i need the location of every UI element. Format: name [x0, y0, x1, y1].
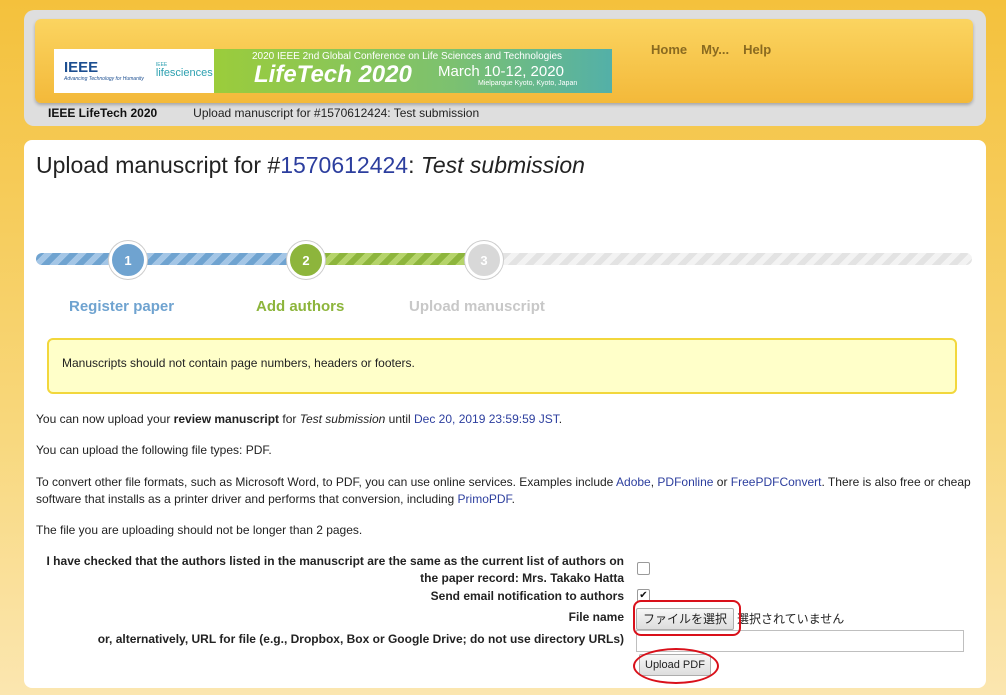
- deadline-info: You can now upload your review manuscrip…: [36, 411, 971, 428]
- paper-title: Test submission: [420, 152, 585, 178]
- conference-banner: 2020 IEEE 2nd Global Conference on Life …: [214, 49, 612, 93]
- breadcrumb: IEEE LifeTech 2020 Upload manuscript for…: [48, 106, 479, 120]
- ieee-tagline: Advancing Technology for Humanity: [64, 76, 144, 82]
- top-nav: Home My... Help: [651, 42, 771, 57]
- conference-title: LifeTech 2020: [254, 61, 412, 88]
- url-label: or, alternatively, URL for file (e.g., D…: [97, 632, 624, 646]
- convert-info: To convert other file formats, such as M…: [36, 474, 971, 508]
- step-3-circle: 3: [465, 241, 503, 279]
- freepdfconvert-link[interactable]: FreePDFConvert: [731, 475, 822, 489]
- lifesciences-logo: IEEE lifesciences: [156, 63, 213, 79]
- paper-id-link[interactable]: 1570612424: [280, 152, 408, 178]
- ieee-text: IEEE: [64, 59, 99, 76]
- step-1-circle: 1: [109, 241, 147, 279]
- ieee-logo: IEEE Advancing Technology for Humanity I…: [54, 49, 214, 93]
- file-status-text: 選択されていません: [737, 612, 845, 626]
- adobe-link[interactable]: Adobe: [616, 475, 651, 489]
- file-types-info: You can upload the following file types:…: [36, 443, 272, 457]
- authors-check-label: I have checked that the authors listed i…: [46, 554, 624, 585]
- convert-text-end: .: [511, 492, 515, 506]
- choose-file-button[interactable]: ファイルを選択: [636, 608, 735, 630]
- step-2-circle: 2: [287, 241, 325, 279]
- page-limit-info: The file you are uploading should not be…: [36, 523, 363, 537]
- breadcrumb-current: Upload manuscript for #1570612424: Test …: [193, 106, 480, 120]
- manuscript-type: review manuscript: [173, 412, 280, 426]
- deadline-text-1: You can now upload your: [36, 412, 174, 426]
- main-card: Upload manuscript for #1570612424: Test …: [24, 140, 986, 688]
- deadline-text-3: until: [385, 412, 414, 426]
- progress-segment-1: [36, 253, 306, 265]
- step-1-label[interactable]: Register paper: [69, 298, 174, 315]
- lifesciences-name: lifesciences: [155, 67, 213, 79]
- header-panel: IEEE Advancing Technology for Humanity I…: [24, 10, 986, 126]
- title-separator: :: [408, 152, 421, 178]
- warning-alert: Manuscripts should not contain page numb…: [47, 338, 957, 394]
- conference-location: Mielparque Kyoto, Kyoto, Japan: [478, 80, 578, 87]
- progress-track: [36, 253, 972, 265]
- email-notify-label: Send email notification to authors: [430, 589, 624, 603]
- deadline-text-end: .: [558, 412, 563, 426]
- file-name-label: File name: [568, 610, 624, 624]
- convert-text-1: To convert other file formats, such as M…: [36, 475, 617, 489]
- deadline-link[interactable]: Dec 20, 2019 23:59:59 JST: [414, 412, 559, 426]
- title-prefix: Upload manuscript for #: [36, 152, 281, 178]
- step-3-label: Upload manuscript: [409, 298, 545, 315]
- progress-segment-2: [306, 253, 486, 265]
- page-title: Upload manuscript for #1570612424: Test …: [36, 152, 585, 179]
- upload-pdf-button[interactable]: Upload PDF: [639, 654, 711, 676]
- authors-checkbox[interactable]: [637, 562, 650, 575]
- primopdf-link[interactable]: PrimoPDF: [458, 492, 512, 506]
- url-input[interactable]: [636, 630, 964, 652]
- deadline-paper-title: Test submission: [299, 412, 386, 426]
- deadline-text-2: for: [279, 412, 300, 426]
- nav-home-link[interactable]: Home: [651, 42, 687, 57]
- nav-help-link[interactable]: Help: [743, 42, 771, 57]
- conference-dates: March 10-12, 2020: [438, 63, 564, 80]
- breadcrumb-conference[interactable]: IEEE LifeTech 2020: [48, 106, 157, 120]
- ieee-wordmark: IEEE Advancing Technology for Humanity: [64, 60, 144, 82]
- banner: IEEE Advancing Technology for Humanity I…: [35, 19, 973, 103]
- pdfonline-link[interactable]: PDFonline: [657, 475, 713, 489]
- nav-my-link[interactable]: My...: [701, 42, 729, 57]
- email-notify-checkbox[interactable]: ✔: [637, 589, 650, 602]
- or-separator: or: [713, 475, 731, 489]
- step-2-label[interactable]: Add authors: [256, 298, 344, 315]
